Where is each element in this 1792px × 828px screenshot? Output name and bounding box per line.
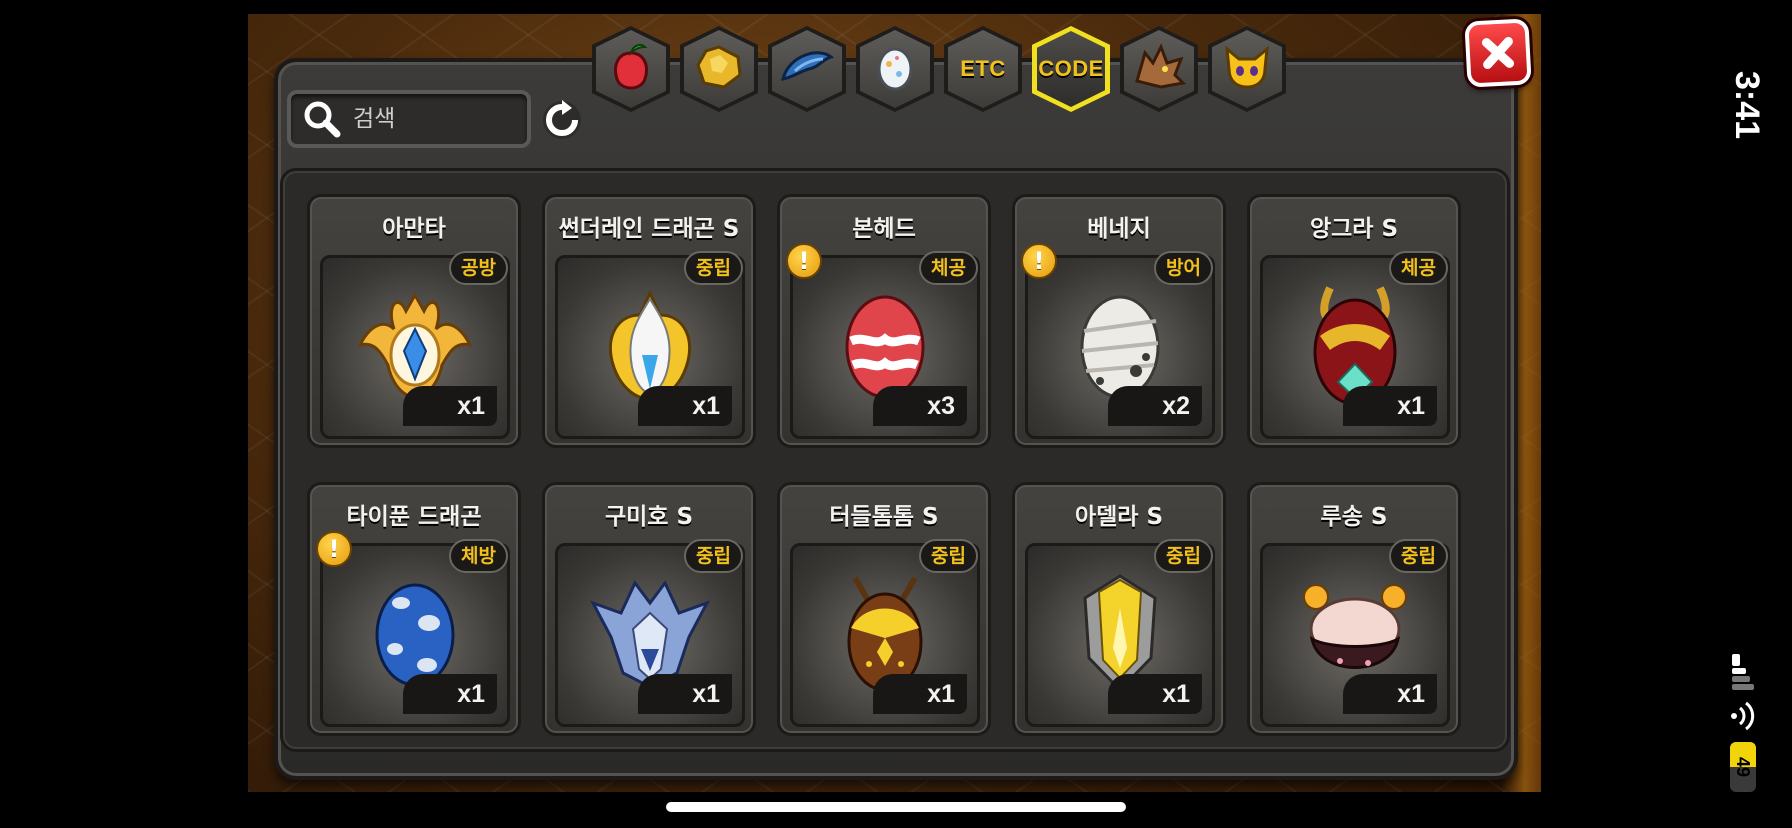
- tab-face: [772, 30, 842, 108]
- egg-item-card[interactable]: 구미호 S x1 중립: [542, 482, 756, 736]
- item-name: 터들톰톰 S: [829, 504, 939, 530]
- item-count: x1: [638, 674, 732, 714]
- attribute-badge: 체공: [919, 251, 978, 285]
- close-icon: [1481, 36, 1515, 70]
- item-count: x1: [1343, 386, 1437, 426]
- attribute-badge: 체방: [449, 539, 508, 573]
- alert-icon: !: [1021, 243, 1057, 279]
- search-box[interactable]: [287, 90, 531, 148]
- egg-item-card[interactable]: 루송 S x1 중립: [1247, 482, 1461, 736]
- tab-face: [684, 30, 754, 108]
- egg-item-card[interactable]: 아델라 S x1 중립: [1012, 482, 1226, 736]
- item-count: x1: [403, 674, 497, 714]
- egg-icon: [875, 42, 915, 96]
- attribute-badge: 체공: [1389, 251, 1448, 285]
- wifi-icon: [1731, 701, 1755, 731]
- signal-icon: [1732, 654, 1754, 690]
- gold-nugget-icon: [694, 43, 744, 95]
- etc-tab[interactable]: ETC: [944, 26, 1022, 112]
- red-fruit-icon: [609, 41, 653, 97]
- alert-icon: !: [786, 243, 822, 279]
- egg-item-card[interactable]: 본헤드 x3 체공!: [777, 194, 991, 448]
- egg-item-card[interactable]: 아만타 x1 공방: [307, 194, 521, 448]
- attribute-badge: 방어: [1154, 251, 1213, 285]
- alert-icon: !: [316, 531, 352, 567]
- egg-tab[interactable]: [856, 26, 934, 112]
- home-indicator[interactable]: [666, 802, 1126, 812]
- search-icon: [301, 98, 343, 140]
- status-time: 3:41: [1728, 70, 1766, 140]
- tab-face: CODE: [1037, 31, 1105, 107]
- item-name: 아델라 S: [1074, 504, 1164, 530]
- dragon-tab[interactable]: [1120, 26, 1198, 112]
- egg-item-card[interactable]: 베네지 x2 방어!: [1012, 194, 1226, 448]
- item-name: 앙그라 S: [1309, 216, 1399, 242]
- tab-face: [1212, 30, 1282, 108]
- code-tab[interactable]: CODE: [1032, 26, 1110, 112]
- item-count: x1: [638, 386, 732, 426]
- close-button[interactable]: [1464, 18, 1532, 88]
- egg-item-card[interactable]: 썬더레인 드래곤 S x1 중립: [542, 194, 756, 448]
- pet-tab[interactable]: [1208, 26, 1286, 112]
- blue-scale-icon: [779, 45, 835, 93]
- battery-percent: 49: [1733, 756, 1753, 778]
- search-input[interactable]: [353, 106, 523, 132]
- item-name: 구미호 S: [604, 504, 694, 530]
- item-name: 타이푼 드래곤: [346, 504, 482, 530]
- material-tab[interactable]: [768, 26, 846, 112]
- tab-face: [1124, 30, 1194, 108]
- egg-item-card[interactable]: 터들톰톰 S x1 중립: [777, 482, 991, 736]
- attribute-badge: 중립: [1389, 539, 1448, 573]
- tab-label: CODE: [1038, 56, 1104, 81]
- battery-indicator: 49: [1730, 742, 1756, 792]
- item-count: x1: [1108, 674, 1202, 714]
- egg-item-card[interactable]: 타이푼 드래곤 x1 체방!: [307, 482, 521, 736]
- item-count: x1: [403, 386, 497, 426]
- egg-item-card[interactable]: 앙그라 S x1 체공: [1247, 194, 1461, 448]
- attribute-badge: 중립: [684, 251, 743, 285]
- item-count: x3: [873, 386, 967, 426]
- attribute-badge: 중립: [919, 539, 978, 573]
- tab-label: ETC: [960, 56, 1006, 81]
- item-name: 아만타: [382, 216, 446, 242]
- attribute-badge: 공방: [449, 251, 508, 285]
- attribute-badge: 중립: [684, 539, 743, 573]
- attribute-badge: 중립: [1154, 539, 1213, 573]
- item-name: 베네지: [1087, 216, 1151, 242]
- item-name: 루송 S: [1320, 504, 1388, 530]
- item-count: x2: [1108, 386, 1202, 426]
- refresh-icon[interactable]: [540, 98, 584, 142]
- category-tabs: ETC CODE: [592, 26, 1286, 116]
- tab-face: [860, 30, 930, 108]
- fruit-tab[interactable]: [592, 26, 670, 112]
- item-count: x1: [1343, 674, 1437, 714]
- tab-face: ETC: [948, 30, 1018, 108]
- yellow-pet-icon: [1221, 43, 1273, 95]
- dragon-head-icon: [1131, 41, 1187, 97]
- tab-face: [596, 30, 666, 108]
- gold-tab[interactable]: [680, 26, 758, 112]
- item-name: 썬더레인 드래곤 S: [558, 216, 740, 242]
- item-name: 본헤드: [852, 216, 916, 242]
- item-count: x1: [873, 674, 967, 714]
